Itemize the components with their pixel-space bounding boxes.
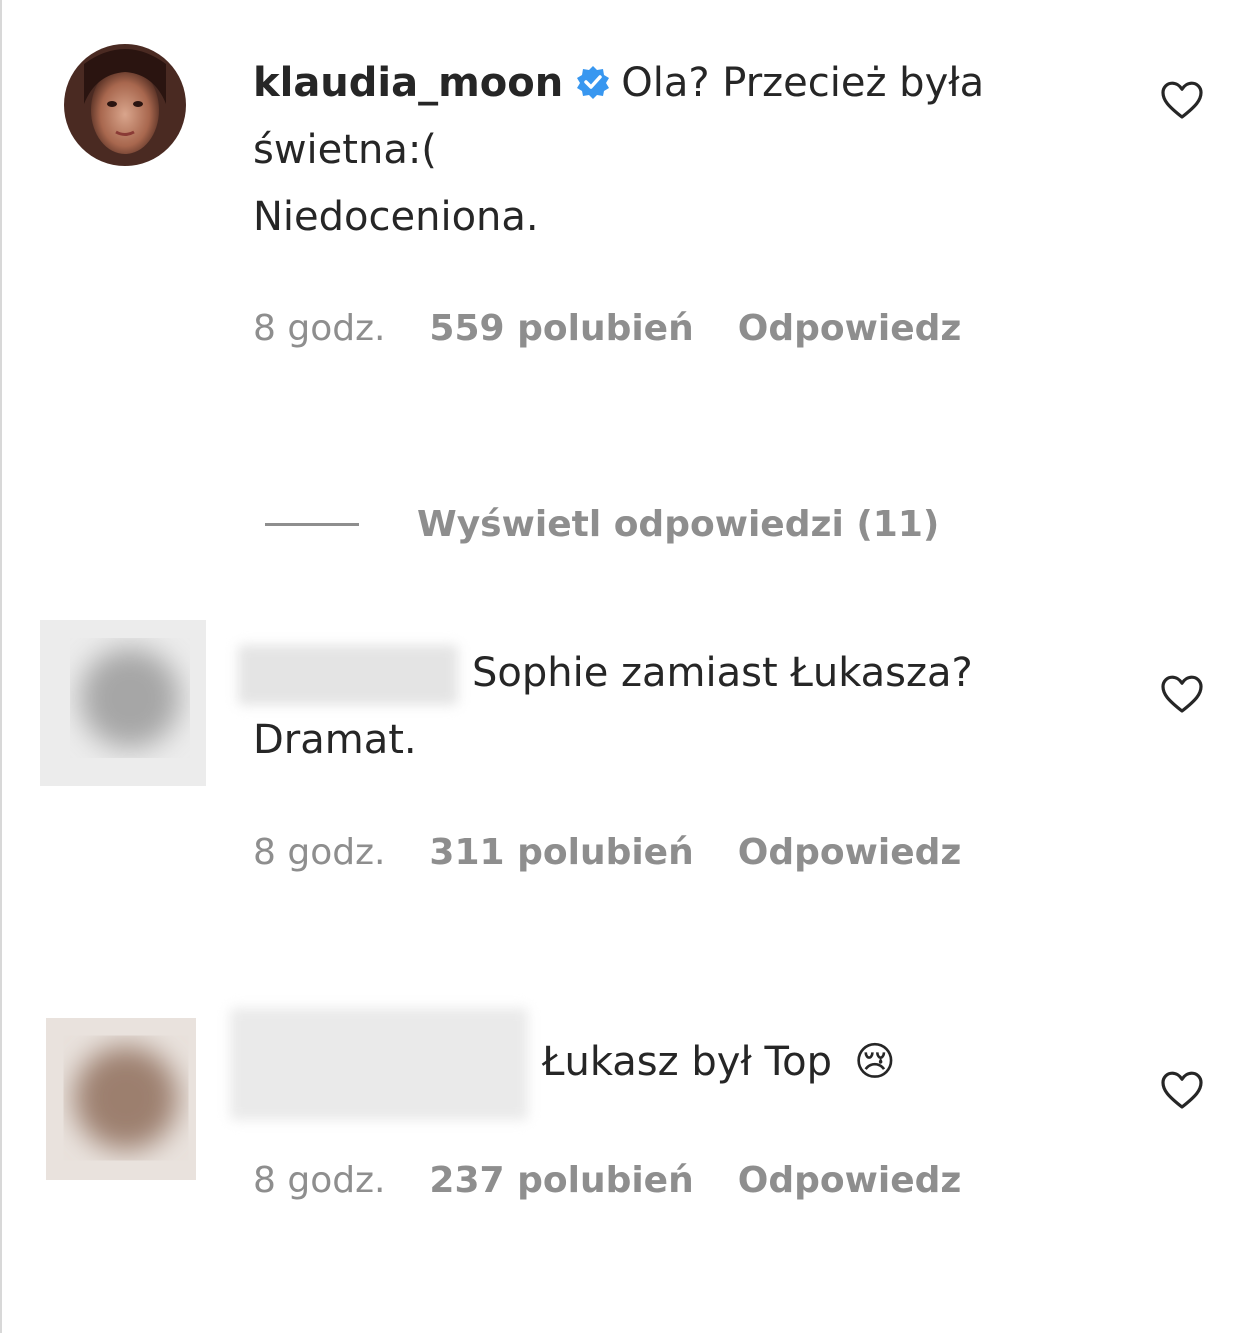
comment-text-line: Niedoceniona.	[253, 194, 539, 240]
comment-text-line: świetna:(	[253, 127, 437, 173]
comment-text: Łukasz był Top 😢	[230, 1008, 1110, 1120]
reply-button[interactable]: Odpowiedz	[738, 308, 962, 349]
comment-text-line: Sophie zamiast Łukasza?	[472, 650, 973, 696]
comment-text-line: Ola? Przecież była	[621, 60, 985, 106]
comment-meta: 8 godz. 559 polubień Odpowiedz	[253, 308, 961, 349]
view-replies-button[interactable]: Wyświetl odpowiedzi (11)	[265, 500, 939, 548]
avatar[interactable]	[40, 620, 206, 786]
heart-outline-icon[interactable]	[1158, 670, 1206, 718]
avatar[interactable]	[46, 1018, 196, 1180]
crying-face-emoji: 😢	[854, 1039, 896, 1085]
heart-outline-icon[interactable]	[1158, 1066, 1206, 1114]
comment-meta: 8 godz. 237 polubień Odpowiedz	[253, 1160, 961, 1201]
replies-divider-line	[265, 522, 359, 526]
likes-count[interactable]: 559 polubień	[429, 308, 693, 349]
comment-text-line: Łukasz był Top	[542, 1039, 832, 1085]
comment-meta: 8 godz. 311 polubień Odpowiedz	[253, 832, 961, 873]
username[interactable]: klaudia_moon	[253, 60, 563, 106]
left-border	[0, 0, 2, 1333]
comment-text-line: Dramat.	[253, 717, 417, 763]
likes-count[interactable]: 237 polubień	[429, 1160, 693, 1201]
verified-badge-icon	[575, 54, 611, 99]
reply-button[interactable]: Odpowiedz	[738, 832, 962, 873]
timestamp[interactable]: 8 godz.	[253, 1160, 385, 1201]
avatar[interactable]	[64, 44, 186, 166]
likes-count[interactable]: 311 polubień	[429, 832, 693, 873]
blurred-username[interactable]	[238, 645, 458, 705]
heart-outline-icon[interactable]	[1158, 76, 1206, 124]
timestamp[interactable]: 8 godz.	[253, 832, 385, 873]
blurred-username[interactable]	[230, 1008, 528, 1120]
reply-button[interactable]: Odpowiedz	[738, 1160, 962, 1201]
view-replies-label: Wyświetl odpowiedzi (11)	[417, 503, 940, 545]
timestamp[interactable]: 8 godz.	[253, 308, 385, 349]
comment-text: klaudia_moon Ola? Przecież była świetna:(…	[253, 50, 1133, 251]
comment-text: Sophie zamiast Łukasza? Dramat.	[238, 640, 1118, 774]
